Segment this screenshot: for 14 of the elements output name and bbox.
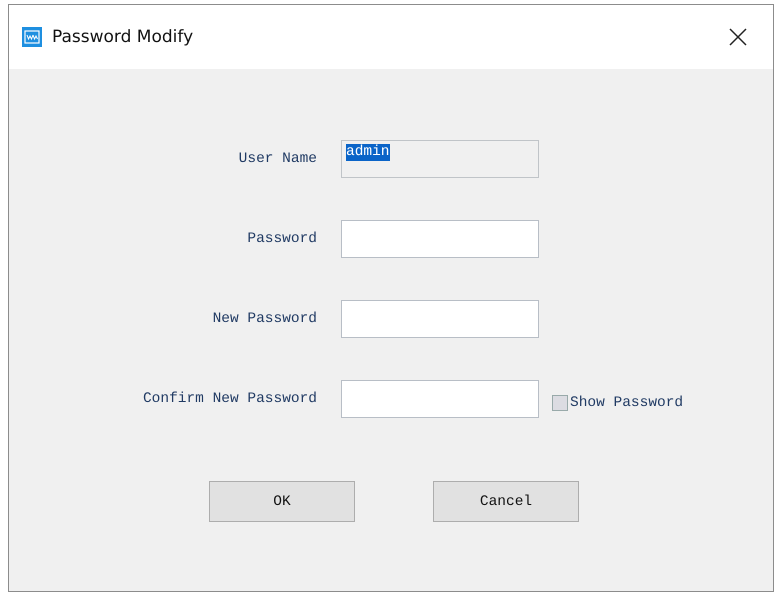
field-label: User Name	[238, 151, 317, 167]
field-label: Confirm New Password	[142, 391, 317, 407]
window-title: Password Modify	[52, 27, 194, 47]
app-icon	[22, 27, 42, 47]
ok-button[interactable]: OK	[209, 481, 355, 522]
input-field[interactable]	[341, 380, 539, 418]
input-field[interactable]	[341, 300, 539, 338]
checkbox-label[interactable]: Show Password	[570, 395, 684, 411]
field-label: Password	[247, 231, 317, 247]
cancel-button[interactable]: Cancel	[433, 481, 579, 522]
field-label: New Password	[212, 311, 317, 327]
checkbox[interactable]	[552, 395, 568, 411]
close-icon	[728, 27, 748, 47]
input-field[interactable]	[341, 220, 539, 258]
